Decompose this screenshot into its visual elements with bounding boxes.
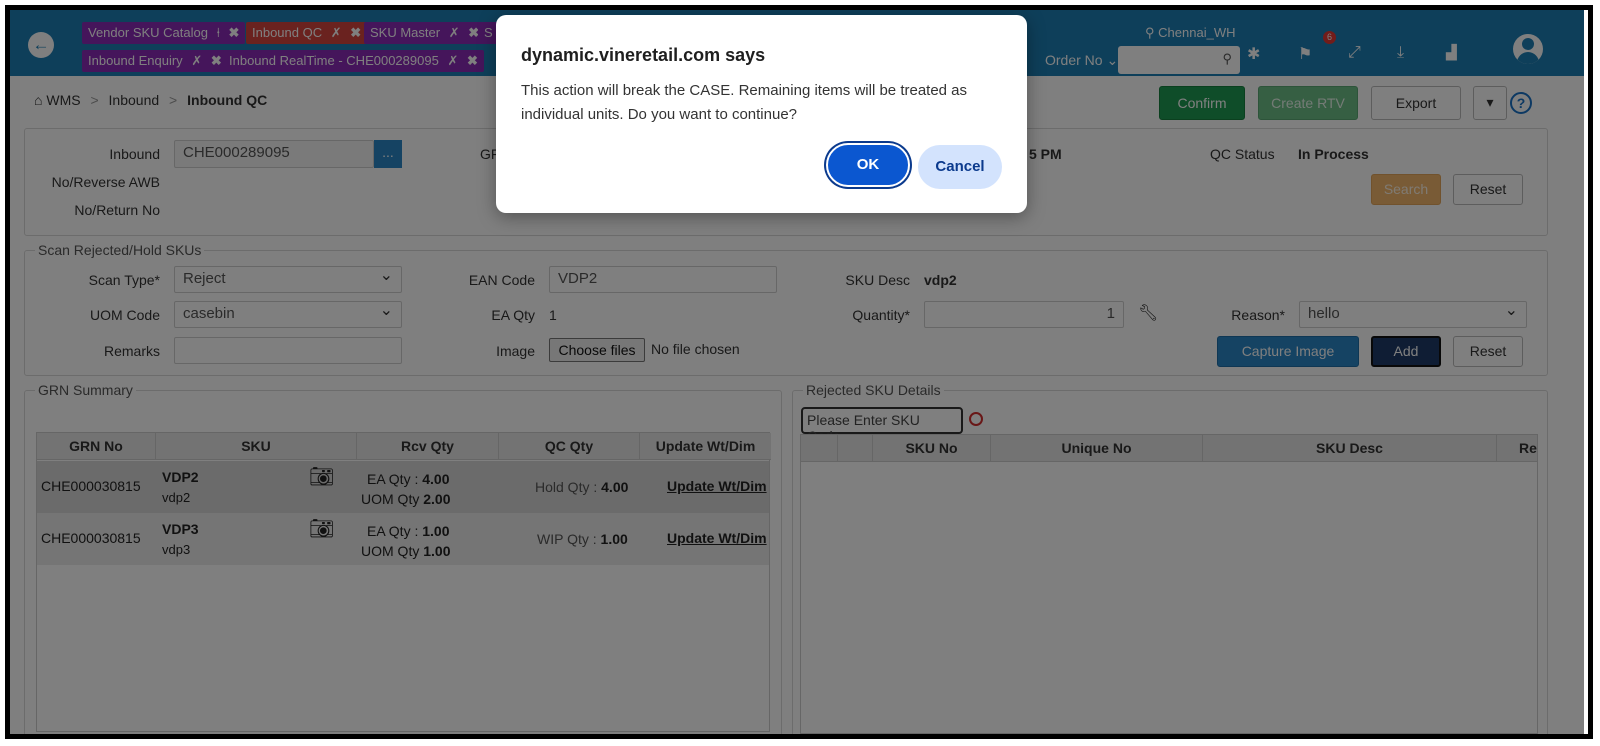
cancel-button[interactable]: Cancel [918,145,1002,189]
dialog-message: This action will break the CASE. Remaini… [521,82,968,123]
confirm-dialog: dynamic.vineretail.com says This action … [496,15,1027,213]
screenshot-frame: ← Vendor SKU Catalog ⍿ ✖ Inbound QC ✗ ✖ … [5,5,1593,739]
ok-button[interactable]: OK [826,143,910,187]
app: ← Vendor SKU Catalog ⍿ ✖ Inbound QC ✗ ✖ … [10,10,1584,734]
dialog-title: dynamic.vineretail.com says [521,45,766,65]
